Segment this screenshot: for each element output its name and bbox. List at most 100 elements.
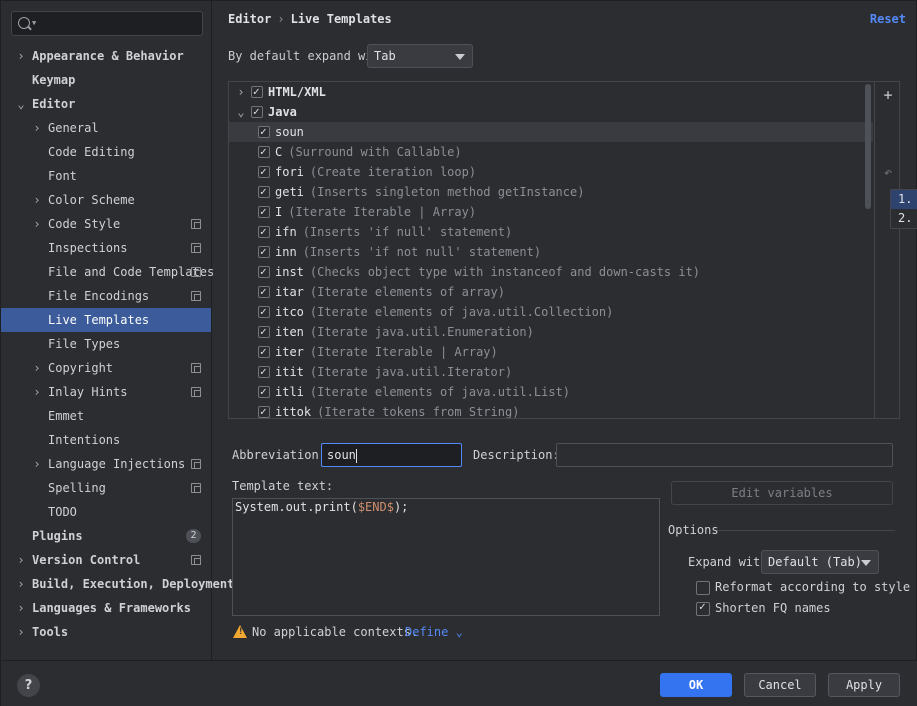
template-checkbox[interactable] xyxy=(258,162,270,182)
template-row-ifn[interactable]: ifn (Inserts 'if null' statement) xyxy=(229,222,873,242)
template-checkbox[interactable] xyxy=(258,182,270,202)
reset-link[interactable]: Reset xyxy=(870,10,906,28)
sidebar-item-file-types[interactable]: File Types xyxy=(1,332,211,356)
reformat-checkbox[interactable] xyxy=(696,581,710,595)
template-row-inn[interactable]: inn (Inserts 'if not null' statement) xyxy=(229,242,873,262)
undo-icon[interactable]: ↶ xyxy=(880,165,896,181)
template-row-soun[interactable]: soun xyxy=(229,122,873,142)
template-row-itli[interactable]: itli (Iterate elements of java.util.List) xyxy=(229,382,873,402)
template-group-html-xml[interactable]: › HTML/XML xyxy=(229,82,873,102)
settings-search-input[interactable]: ▼ xyxy=(11,11,203,36)
sidebar-item-appearance-behavior[interactable]: › Appearance & Behavior xyxy=(1,44,211,68)
template-row-inst[interactable]: inst (Checks object type with instanceof … xyxy=(229,262,873,282)
chevron-right-icon[interactable]: › xyxy=(31,116,43,140)
template-checkbox[interactable] xyxy=(258,222,270,242)
template-abbreviation: ifn xyxy=(275,225,297,239)
sidebar-item-build-execution-deployment[interactable]: › Build, Execution, Deployment xyxy=(1,572,234,596)
template-description: (Checks object type with instanceof and … xyxy=(309,265,701,279)
template-checkbox[interactable] xyxy=(258,302,270,322)
chevron-down-icon[interactable]: ⌄ xyxy=(15,92,27,116)
chevron-right-icon[interactable]: › xyxy=(235,82,247,102)
apply-button[interactable]: Apply xyxy=(828,673,900,697)
sidebar-item-version-control[interactable]: › Version Control xyxy=(1,548,211,572)
template-row-itar[interactable]: itar (Iterate elements of array) xyxy=(229,282,873,302)
template-checkbox[interactable] xyxy=(258,122,270,142)
help-button[interactable]: ? xyxy=(17,674,40,697)
options-title: Options xyxy=(668,523,719,537)
sidebar-item-intentions[interactable]: Intentions xyxy=(1,428,211,452)
chevron-right-icon[interactable]: › xyxy=(31,452,43,476)
sidebar-item-inlay-hints[interactable]: › Inlay Hints xyxy=(1,380,211,404)
sidebar-item-code-editing[interactable]: Code Editing xyxy=(1,140,211,164)
template-checkbox[interactable] xyxy=(258,322,270,342)
template-row-c[interactable]: C (Surround with Callable) xyxy=(229,142,873,162)
sidebar-item-inspections[interactable]: Inspections xyxy=(1,236,211,260)
template-row-ittok[interactable]: ittok (Iterate tokens from String) xyxy=(229,402,873,418)
template-group-java[interactable]: ⌄ Java xyxy=(229,102,873,122)
project-scope-icon xyxy=(191,219,201,229)
cancel-button[interactable]: Cancel xyxy=(744,673,816,697)
abbreviation-input[interactable]: soun xyxy=(321,443,462,467)
templates-scrollbar[interactable] xyxy=(865,84,871,209)
template-checkbox[interactable] xyxy=(258,142,270,162)
chevron-right-icon[interactable]: › xyxy=(31,380,43,404)
chevron-down-icon[interactable]: ▼ xyxy=(32,19,36,27)
sidebar-item-font[interactable]: Font xyxy=(1,164,211,188)
template-description: (Iterate java.util.Iterator) xyxy=(309,365,513,379)
sidebar-item-file-and-code-templates[interactable]: File and Code Templates xyxy=(1,260,214,284)
template-row-geti[interactable]: geti (Inserts singleton method getInstanc… xyxy=(229,182,873,202)
sidebar-item-general[interactable]: › General xyxy=(1,116,211,140)
template-row-i[interactable]: I (Iterate Iterable | Array) xyxy=(229,202,873,222)
template-checkbox[interactable] xyxy=(258,202,270,222)
template-row-iter[interactable]: iter (Iterate Iterable | Array) xyxy=(229,342,873,362)
template-checkbox[interactable] xyxy=(258,282,270,302)
template-checkbox[interactable] xyxy=(258,342,270,362)
edit-variables-button[interactable]: Edit variables xyxy=(671,481,893,505)
sidebar-item-tools[interactable]: › Tools xyxy=(1,620,211,644)
chevron-right-icon[interactable]: › xyxy=(31,356,43,380)
chevron-right-icon[interactable]: › xyxy=(15,548,27,572)
sidebar-item-todo[interactable]: TODO xyxy=(1,500,211,524)
template-checkbox[interactable] xyxy=(258,362,270,382)
define-contexts-link[interactable]: Define ⌄ xyxy=(405,621,463,643)
template-group-checkbox[interactable] xyxy=(251,102,263,122)
template-checkbox[interactable] xyxy=(258,242,270,262)
default-expand-select[interactable]: Tab xyxy=(367,44,473,68)
sidebar-item-copyright[interactable]: › Copyright xyxy=(1,356,211,380)
template-text-editor[interactable]: System.out.print($END$); xyxy=(232,498,660,616)
sidebar-item-plugins[interactable]: Plugins 2 xyxy=(1,524,211,548)
template-row-iten[interactable]: iten (Iterate java.util.Enumeration) xyxy=(229,322,873,342)
template-checkbox[interactable] xyxy=(258,402,270,418)
chevron-down-icon[interactable]: ⌄ xyxy=(235,102,247,122)
chevron-right-icon[interactable]: › xyxy=(31,188,43,212)
sidebar-item-color-scheme[interactable]: › Color Scheme xyxy=(1,188,211,212)
sidebar-item-languages-frameworks[interactable]: › Languages & Frameworks xyxy=(1,596,211,620)
template-row-fori[interactable]: fori (Create iteration loop) xyxy=(229,162,873,182)
sidebar-item-language-injections[interactable]: › Language Injections xyxy=(1,452,211,476)
sidebar-item-keymap[interactable]: Keymap xyxy=(1,68,211,92)
template-checkbox[interactable] xyxy=(258,382,270,402)
ok-button[interactable]: OK xyxy=(660,673,732,697)
sidebar-item-spelling[interactable]: Spelling xyxy=(1,476,211,500)
sidebar-item-editor[interactable]: ⌄ Editor xyxy=(1,92,211,116)
popup-item-template-group[interactable]: 2. Template Group... xyxy=(891,209,917,228)
sidebar-item-live-templates[interactable]: Live Templates xyxy=(1,308,211,332)
breadcrumb-editor[interactable]: Editor xyxy=(228,12,271,26)
template-group-checkbox[interactable] xyxy=(251,82,263,102)
template-row-itco[interactable]: itco (Iterate elements of java.util.Colle… xyxy=(229,302,873,322)
template-row-itit[interactable]: itit (Iterate java.util.Iterator) xyxy=(229,362,873,382)
chevron-right-icon[interactable]: › xyxy=(15,596,27,620)
sidebar-item-file-encodings[interactable]: File Encodings xyxy=(1,284,211,308)
chevron-right-icon[interactable]: › xyxy=(31,212,43,236)
popup-item-live-template[interactable]: 1. Live Template xyxy=(891,190,917,209)
expand-with-select[interactable]: Default (Tab) xyxy=(761,550,879,574)
chevron-right-icon[interactable]: › xyxy=(15,620,27,644)
shorten-fq-checkbox[interactable] xyxy=(696,600,710,616)
add-icon[interactable]: + xyxy=(880,87,896,103)
chevron-right-icon[interactable]: › xyxy=(15,572,27,596)
chevron-right-icon[interactable]: › xyxy=(15,44,27,68)
description-input[interactable] xyxy=(556,443,893,467)
sidebar-item-code-style[interactable]: › Code Style xyxy=(1,212,211,236)
sidebar-item-emmet[interactable]: Emmet xyxy=(1,404,211,428)
template-checkbox[interactable] xyxy=(258,262,270,282)
